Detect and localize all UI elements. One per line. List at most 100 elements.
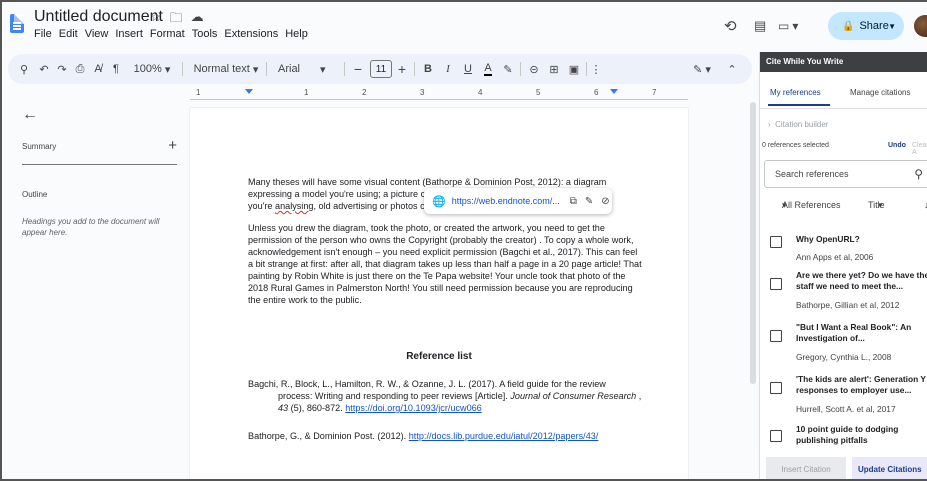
decrease-font-size-button[interactable]: − [350,54,366,84]
tab-manage-citations[interactable]: Manage citations [850,88,910,97]
highlight-pen-icon[interactable]: ✎ [500,54,516,84]
menu-format[interactable]: Format [150,28,185,40]
paragraph-2[interactable]: Unless you drew the diagram, took the ph… [248,222,642,306]
bold-button[interactable]: B [420,54,436,84]
docs-logo-icon[interactable] [10,14,24,33]
editing-mode-button[interactable]: ✎ ▾ [688,54,716,84]
reference-checkbox[interactable] [770,430,782,442]
search-menus-icon[interactable]: ⚲ [16,54,32,84]
reference-checkbox[interactable] [770,330,782,342]
document-title[interactable]: Untitled document [34,8,163,26]
italic-button[interactable]: I [440,54,456,84]
menu-tools[interactable]: Tools [192,28,218,40]
copy-link-icon[interactable]: ⧉ [570,196,577,207]
reference-checkbox[interactable] [770,382,782,394]
side-panel-tabs: My references Manage citations [760,88,927,106]
avatar[interactable] [914,15,927,37]
search-icon[interactable]: ⚲ [914,167,923,181]
share-button[interactable]: 🔒 Share ▼ [828,12,904,40]
collapse-menus-icon[interactable]: ⌃ [724,54,740,84]
ruler-tick: 2 [362,88,367,97]
add-summary-icon[interactable]: + [168,137,177,154]
undo-button[interactable]: Undo [888,142,906,149]
document-scrollbar[interactable] [750,102,756,462]
paragraph-1-text: you're [248,201,276,211]
menu-view[interactable]: View [85,28,109,40]
divider [414,62,415,76]
meet-button[interactable]: ▭ ▾ [778,12,798,40]
back-arrow-icon[interactable]: ← [22,106,182,124]
ruler-tick: 6 [594,88,599,97]
reference-author: Hurrell, Scott A. et al, 2017 [796,404,896,414]
reference-entry[interactable]: Bathorpe, G., & Dominion Post. (2012). h… [248,430,648,442]
menu-file[interactable]: File [34,28,52,40]
divider [760,108,927,109]
document-outline-panel: ← Summary + Outline Headings you add to … [22,106,182,237]
chevron-down-icon[interactable]: ▼ [888,22,896,31]
tab-my-references[interactable]: My references [770,88,821,97]
reference-checkbox[interactable] [770,236,782,248]
font-select[interactable]: Arial ▾ [272,54,342,84]
outline-hint: Headings you add to the document will ap… [22,217,160,237]
zoom-select[interactable]: 100% ▾ [126,54,178,84]
more-options-icon[interactable]: ⋮ [590,54,602,84]
app-window: Untitled document ☆ 🗀 ☁ File Edit View I… [0,0,927,481]
document-page[interactable]: Many theses will have some visual conten… [190,108,688,479]
underline-button[interactable]: U [460,54,476,84]
font-value: Arial [278,63,301,75]
search-references-input[interactable]: Search references ⚲ [764,160,927,188]
link-preview-url[interactable]: https://web.endnote.com/... [452,196,560,206]
right-indent-marker[interactable] [610,89,618,94]
reference-title: Why OpenURL? [796,234,860,244]
left-indent-marker[interactable] [245,89,253,94]
menu-extensions[interactable]: Extensions [224,28,278,40]
search-placeholder: Search references [775,169,849,179]
print-icon[interactable]: ⎙ [72,54,88,84]
citation-builder-toggle[interactable]: › Citation builder [768,120,828,129]
reference-link[interactable]: http://docs.lib.purdue.edu/iatul/2012/pa… [409,431,599,441]
font-size-input[interactable]: 11 [370,60,392,78]
insert-image-icon[interactable]: ▣ [566,54,582,84]
reference-link[interactable]: https://doi.org/10.1093/jcr/ucw066 [345,403,482,413]
clear-all-button[interactable]: Clear A [912,142,927,156]
edit-link-icon[interactable]: ✎ [585,196,593,207]
ruler-tick: 4 [478,88,483,97]
ruler-tick: 5 [536,88,541,97]
menu-edit[interactable]: Edit [59,28,78,40]
undo-icon[interactable]: ↶ [36,54,52,84]
redo-icon[interactable]: ↷ [54,54,70,84]
reference-entry[interactable]: Bagchi, R., Block, L., Hamilton, R. W., … [248,378,648,414]
divider [344,62,345,76]
spellcheck-icon[interactable]: A̸ [90,54,106,84]
link-actions: ⧉ ✎ ⊘ [570,196,610,207]
menu-insert[interactable]: Insert [115,28,143,40]
reference-journal: Journal of Consumer Research [510,391,637,401]
video-camera-icon: ▭ [778,19,790,33]
ruler-tick: 7 [652,88,657,97]
scrollbar-thumb[interactable] [750,102,756,384]
update-citations-button[interactable]: Update Citations [852,457,927,479]
style-select[interactable]: Normal text ▾ [188,54,264,84]
spelling-suggestion[interactable]: analysing [275,201,313,211]
insert-link-icon[interactable]: ⊝ [526,54,542,84]
increase-font-size-button[interactable]: + [394,54,410,84]
comments-icon[interactable]: ▤ [754,12,766,40]
menu-help[interactable]: Help [285,28,308,40]
version-history-icon[interactable]: ⟲ [724,12,737,40]
reference-list-heading: Reference list [406,351,472,362]
chevron-down-icon: ▾ [792,19,799,33]
style-value: Normal text [193,63,250,75]
all-references-dropdown[interactable]: All References ▾ [782,200,841,211]
formatting-toolbar: ⚲ ↶ ↷ ⎙ A̸ ¶ 100% ▾ Normal text ▾ Arial ▾… [8,54,752,84]
reference-checkbox[interactable] [770,278,782,290]
add-comment-icon[interactable]: ⊞ [546,54,562,84]
paragraph-1-text: , old advertising or photos c [313,201,425,211]
paint-format-icon[interactable]: ¶ [108,54,124,84]
reference-text: process: Writing and responding to peer … [278,391,508,401]
insert-citation-button[interactable]: Insert Citation [766,457,846,479]
sort-title-dropdown[interactable]: Title ▾ [868,200,885,211]
text-color-button[interactable]: A [480,54,496,84]
reference-text: (5), 860-872. [288,403,346,413]
remove-link-icon[interactable]: ⊘ [601,196,609,207]
summary-row: Summary + [22,137,177,154]
